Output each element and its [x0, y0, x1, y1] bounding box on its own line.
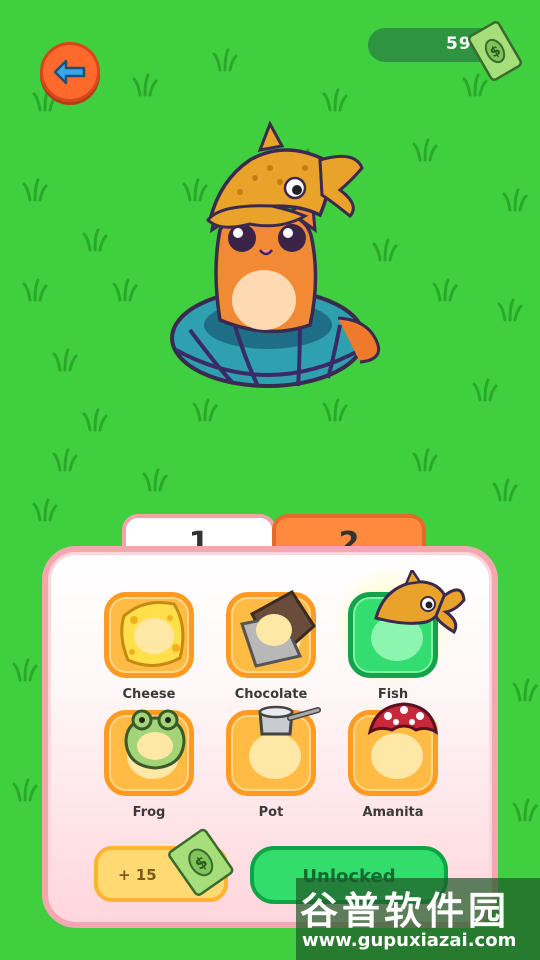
item-frog[interactable]: Frog — [104, 709, 194, 828]
cat-character — [170, 120, 381, 388]
chocolate-icon — [240, 590, 316, 668]
arrow-left-icon — [53, 59, 86, 85]
mushroom-icon — [367, 702, 438, 736]
watermark-chinese: 谷普软件园 — [300, 889, 511, 933]
fish-hat — [206, 120, 364, 229]
cash-bill-icon: $ — [168, 828, 234, 896]
item-label: Amanita — [362, 805, 424, 820]
item-label: Fish — [377, 687, 409, 702]
cheese-icon — [120, 601, 185, 667]
frog-hat-icon — [124, 709, 186, 770]
item-label: Chocolate — [234, 687, 308, 702]
item-chocolate[interactable]: Chocolate — [226, 590, 316, 710]
item-pot[interactable]: Pot — [226, 705, 321, 828]
watermark-url: www.gupuxiazai.com — [302, 930, 517, 951]
item-label: Frog — [132, 805, 166, 820]
back-button[interactable] — [40, 42, 100, 102]
cash-bill-icon: $ — [467, 21, 523, 81]
pot-icon — [258, 705, 321, 736]
fish-hat-icon — [374, 570, 466, 635]
item-label: Pot — [258, 805, 284, 820]
item-cheese[interactable]: Cheese — [104, 592, 194, 710]
item-label: Cheese — [122, 687, 176, 702]
watermark: 谷普软件园 www.gupuxiazai.com — [296, 878, 540, 960]
item-amanita[interactable]: Amanita — [348, 702, 438, 828]
item-fish[interactable]: Fish — [331, 565, 466, 710]
earn-amount: + 15 — [118, 866, 157, 884]
